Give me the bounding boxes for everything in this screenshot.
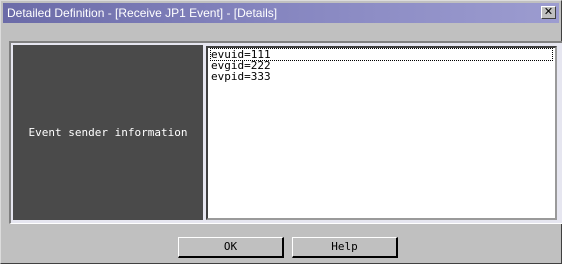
- title-bar[interactable]: Detailed Definition - [Receive JP1 Event…: [3, 3, 559, 23]
- event-sender-textarea[interactable]: evuid=111 evgid=222 evpid=333: [206, 46, 557, 220]
- details-panel: Event sender information evuid=111 evgid…: [9, 41, 562, 224]
- dialog-window: Detailed Definition - [Receive JP1 Event…: [0, 0, 562, 264]
- close-button[interactable]: ✕: [541, 6, 556, 19]
- help-button[interactable]: Help: [292, 237, 398, 258]
- text-line: evpid=333: [211, 70, 271, 83]
- textarea-content: evuid=111 evgid=222 evpid=333: [210, 48, 553, 83]
- window-title: Detailed Definition - [Receive JP1 Event…: [7, 6, 278, 20]
- close-icon: ✕: [543, 5, 554, 18]
- event-sender-label: Event sender information: [28, 126, 188, 139]
- field-label: Event sender information: [13, 45, 203, 220]
- ok-button[interactable]: OK: [178, 237, 284, 258]
